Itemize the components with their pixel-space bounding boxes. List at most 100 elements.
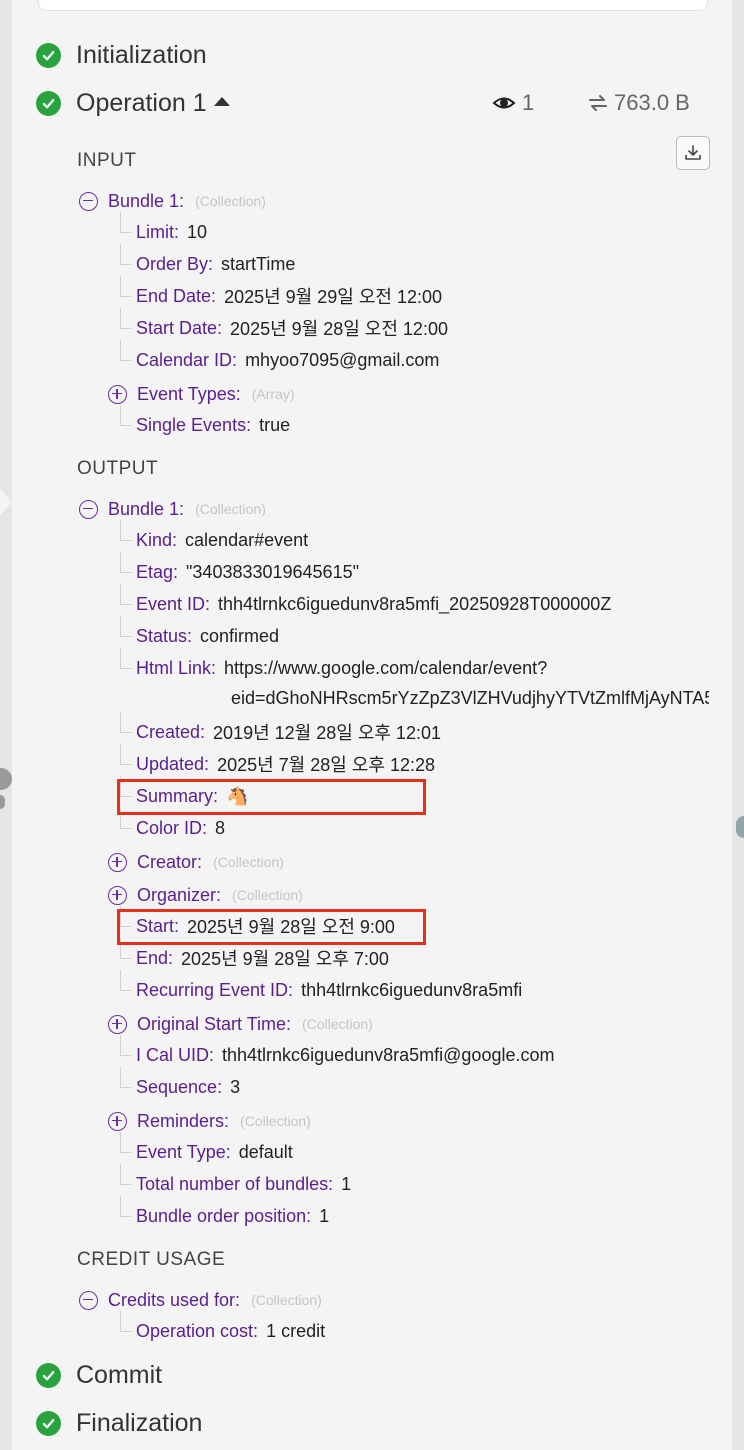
field-key: Created:: [136, 721, 206, 742]
download-button[interactable]: [676, 136, 710, 170]
credits-group[interactable]: Credits used for: (Collection): [79, 1288, 322, 1312]
field-key: Start Date:: [136, 317, 223, 338]
data-size: 763.0 B: [588, 88, 690, 118]
tree-line: [120, 648, 131, 669]
scroll-handle-left-small: [0, 795, 5, 809]
field-row: Kind: calendar#event: [136, 528, 308, 552]
tree-line: [120, 212, 131, 233]
expand-icon[interactable]: [108, 1014, 127, 1034]
field-row-expandable[interactable]: Event Types: (Array): [108, 382, 295, 406]
field-row-expandable[interactable]: Original Start Time: (Collection): [108, 1012, 373, 1036]
transfer-icon: [589, 95, 607, 111]
type-hint: (Collection): [251, 1292, 322, 1308]
collapse-icon[interactable]: [79, 499, 98, 519]
field-row: Updated: 2025년 7월 28일 오후 12:28: [136, 752, 435, 776]
field-value: 1 credit: [266, 1320, 326, 1341]
field-value: 2025년 9월 28일 오전 12:00: [230, 319, 448, 339]
top-card: [38, 0, 708, 11]
html-link-value-continued[interactable]: eid=dGhoNHRscm5rYzZpZ3VlZHVudjhyYTVtZmlf…: [231, 688, 709, 709]
credit-usage-heading: CREDIT USAGE: [77, 1249, 226, 1270]
tree-line: [120, 308, 131, 329]
field-key: Total number of bundles:: [136, 1173, 334, 1194]
input-bundle[interactable]: Bundle 1: (Collection): [79, 189, 266, 213]
field-key: Order By:: [136, 253, 214, 274]
field-value: 2019년 12월 28일 오후 12:01: [213, 723, 441, 743]
field-row-expandable[interactable]: Organizer: (Collection): [108, 883, 303, 907]
bundle-count: 1: [492, 88, 534, 118]
field-value: 8: [215, 817, 226, 838]
field-key: Original Start Time:: [137, 1013, 292, 1034]
field-row-expandable[interactable]: Reminders: (Collection): [108, 1109, 311, 1133]
expand-icon[interactable]: [108, 852, 127, 872]
field-value: 1: [341, 1173, 352, 1194]
field-row-expandable[interactable]: Creator: (Collection): [108, 850, 284, 874]
caret-up-icon[interactable]: [213, 96, 230, 106]
field-key: Event ID:: [136, 593, 211, 614]
bundle-label: Bundle 1:: [108, 190, 185, 211]
section-initialization[interactable]: Initialization: [36, 40, 207, 70]
field-key: Sequence:: [136, 1076, 223, 1097]
field-row: Order By: startTime: [136, 252, 295, 276]
field-row: Total number of bundles: 1: [136, 1172, 351, 1196]
field-row: Limit: 10: [136, 220, 207, 244]
scroll-handle-left[interactable]: [0, 768, 12, 790]
expand-icon[interactable]: [108, 1111, 127, 1131]
field-value: default: [238, 1141, 293, 1162]
section-operation[interactable]: Operation 1: [36, 88, 230, 118]
collapse-icon[interactable]: [79, 191, 98, 211]
field-value: 1: [319, 1205, 330, 1226]
field-key: End:: [136, 947, 174, 968]
field-value: true: [259, 414, 291, 435]
bundle-label: Bundle 1:: [108, 498, 185, 519]
section-finalization[interactable]: Finalization: [36, 1408, 202, 1438]
field-key: Status:: [136, 625, 193, 646]
tree-line: [120, 744, 131, 765]
section-label: Operation 1: [76, 88, 207, 117]
field-value: 2025년 9월 29일 오전 12:00: [224, 287, 442, 307]
section-label: Initialization: [76, 40, 207, 69]
field-key: Html Link:: [136, 657, 217, 678]
type-hint: (Collection): [195, 501, 266, 517]
panel-pointer: [0, 488, 12, 516]
field-row: Etag: "3403833019645615": [136, 560, 359, 584]
field-row-link: Html Link: https://www.google.com/calenda…: [136, 656, 547, 680]
field-row: Status: confirmed: [136, 624, 279, 648]
type-hint: (Collection): [302, 1016, 373, 1032]
html-link-value[interactable]: https://www.google.com/calendar/event?: [224, 658, 547, 679]
type-hint: (Collection): [232, 887, 303, 903]
output-bundle[interactable]: Bundle 1: (Collection): [79, 497, 266, 521]
field-key: Updated:: [136, 753, 210, 774]
group-label: Credits used for:: [108, 1289, 241, 1310]
section-commit[interactable]: Commit: [36, 1360, 162, 1390]
field-row: Operation cost: 1 credit: [136, 1319, 325, 1343]
field-row: Color ID: 8: [136, 816, 225, 840]
collapse-icon[interactable]: [79, 1290, 98, 1310]
field-key: I Cal UID:: [136, 1044, 215, 1065]
expand-icon[interactable]: [108, 384, 127, 404]
check-circle-icon: [36, 1362, 61, 1388]
highlight-start: [117, 909, 426, 945]
field-row: Created: 2019년 12월 28일 오후 12:01: [136, 720, 441, 744]
field-key: Etag:: [136, 561, 179, 582]
expand-icon[interactable]: [108, 885, 127, 905]
download-icon: [685, 145, 701, 160]
field-row: Start Date: 2025년 9월 28일 오전 12:00: [136, 316, 448, 340]
data-size-value: 763.0 B: [614, 90, 690, 115]
tree-line: [120, 340, 131, 361]
field-row: Bundle order position: 1: [136, 1204, 329, 1228]
scroll-handle-right[interactable]: [736, 816, 744, 838]
tree-line: [120, 1067, 131, 1088]
field-value: thh4tlrnkc6iguedunv8ra5mfi_20250928T0000…: [218, 593, 612, 614]
field-value: 3: [230, 1076, 241, 1097]
field-value: 2025년 9월 28일 오후 7:00: [181, 949, 389, 969]
field-value: startTime: [221, 253, 296, 274]
field-key: Color ID:: [136, 817, 208, 838]
check-circle-icon: [36, 42, 61, 68]
field-value: mhyoo7095@gmail.com: [245, 349, 440, 370]
tree-line: [120, 552, 131, 573]
input-heading: INPUT: [77, 150, 137, 171]
field-key: Event Type:: [136, 1141, 231, 1162]
bundle-icon: [492, 97, 516, 109]
tree-line: [120, 244, 131, 265]
field-row: Event Type: default: [136, 1140, 293, 1164]
